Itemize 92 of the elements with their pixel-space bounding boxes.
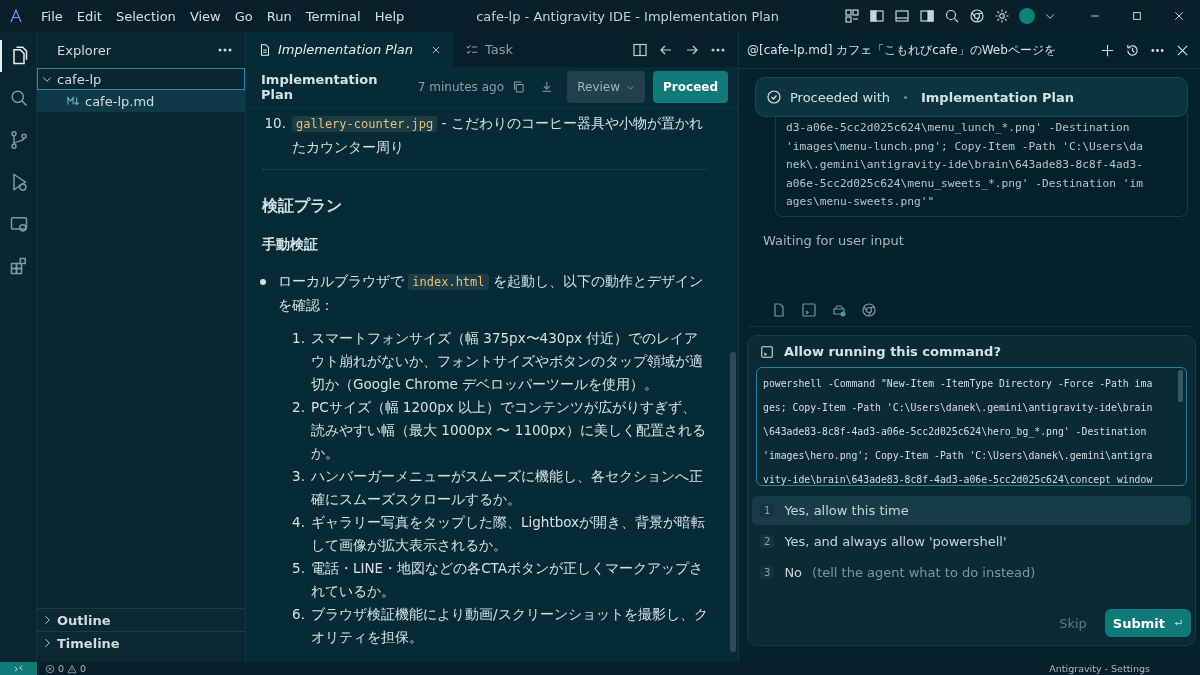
- list-number: 3.: [291, 467, 305, 486]
- enter-icon: [1173, 618, 1183, 628]
- tree-item-label: cafe-lp.md: [85, 93, 155, 109]
- plan-link[interactable]: Implementation Plan: [921, 89, 1074, 105]
- sidebar-right-icon[interactable]: [919, 8, 935, 24]
- split-editor-icon[interactable]: [632, 41, 648, 58]
- document-title: Implementation Plan: [261, 72, 379, 102]
- subsection-heading: 手動検証: [262, 235, 319, 254]
- status-label: Proceeded with: [790, 89, 890, 105]
- option-label: No: [784, 565, 803, 580]
- list-item-text: ブラウザ検証機能により動画/スクリーンショットを撮影し、クオリティを担保。: [311, 606, 708, 645]
- menu-item[interactable]: Help: [367, 6, 412, 26]
- command-output: d3-a06e-5cc2d025c624\menu_lunch_*.png' -Destination 'images\menu-lunch.png'; Copy-Item -Path 'C:\Users\da nek\.gemini\antigravity-ide\brain\643ade83-8c8f-4ad3- a06e-5cc2d025c624\menu_sweets_*.png' -Destination 'im ages\menu-sweets.png'": [775, 113, 1188, 217]
- section-header[interactable]: Timeline: [37, 631, 245, 654]
- drive-icon[interactable]: [831, 302, 847, 318]
- section-title: Timeline: [57, 635, 120, 651]
- warning-count[interactable]: 0: [80, 662, 87, 675]
- section-title: Outline: [57, 612, 111, 628]
- terminal-icon: [760, 344, 774, 359]
- scrollbar[interactable]: [1178, 370, 1183, 402]
- avatar[interactable]: [1019, 8, 1035, 24]
- section-heading: 検証プラン: [262, 195, 343, 217]
- file-icon[interactable]: [771, 302, 787, 318]
- option-number: 1: [760, 504, 775, 517]
- option-item[interactable]: 2 Yes, and always allow 'powershell': [752, 527, 1191, 556]
- explorer-title: Explorer: [57, 42, 112, 58]
- list-item-text: gallery-counter.jpg - こだわりのコーヒー器具や小物が置かれたカウンター周り: [292, 114, 704, 157]
- submit-button[interactable]: Submit: [1104, 609, 1191, 637]
- option-number: 3: [760, 566, 775, 579]
- list-item-text: ギャラリー写真をタップした際、Lightboxが開き、背景が暗転して画像が拡大表示されるか。: [311, 514, 706, 553]
- app-logo-icon: [8, 8, 24, 24]
- sidebar-left-icon[interactable]: [869, 8, 885, 24]
- menu-item[interactable]: View: [182, 6, 228, 26]
- browser-icon[interactable]: [861, 302, 877, 318]
- menu-item[interactable]: Terminal: [298, 6, 368, 26]
- menu-item[interactable]: Run: [259, 6, 299, 26]
- tree-item[interactable]: cafe-lp: [37, 68, 245, 90]
- plus-icon[interactable]: [1100, 42, 1115, 58]
- conversation-title: @[cafe-lp.md] カフェ「こもれびcafe」のWebページを: [747, 41, 1057, 59]
- option-hint: (tell the agent what to do instead): [812, 565, 1036, 580]
- checklist-icon: [465, 42, 479, 57]
- document-icon: [258, 42, 272, 57]
- list-number: 5.: [291, 559, 305, 578]
- timestamp: 7 minutes ago: [417, 80, 504, 94]
- markdown-icon: [67, 94, 81, 108]
- list-number: 4.: [291, 513, 305, 532]
- option-label: Yes, and always allow 'powershell': [784, 534, 1007, 549]
- status-text: Waiting for user input: [763, 232, 905, 248]
- list-number: 10.: [263, 114, 286, 133]
- error-icon: [45, 663, 55, 674]
- status-item[interactable]: Antigravity - Settings: [1049, 662, 1150, 675]
- history-icon[interactable]: [1125, 42, 1140, 58]
- check-circle-icon: [766, 89, 782, 105]
- copy-icon[interactable]: [512, 80, 526, 94]
- option-number: 2: [760, 535, 775, 548]
- section-header[interactable]: Outline: [37, 608, 245, 631]
- editor-tab[interactable]: Task: [453, 32, 526, 67]
- menu-item[interactable]: Go: [227, 6, 260, 26]
- error-count[interactable]: 0: [58, 662, 65, 675]
- option-item[interactable]: 1 Yes, allow this time: [752, 496, 1191, 525]
- prompt-title: Allow running this command?: [784, 344, 1001, 359]
- separator-dot: [904, 95, 907, 99]
- proceed-button[interactable]: Proceed: [653, 71, 728, 103]
- browser-icon[interactable]: [969, 8, 985, 24]
- list-item-text: ハンバーガーメニューがスムーズに機能し、各セクションへ正確にスムーズスクロールするか。: [311, 468, 703, 507]
- menu-item[interactable]: Edit: [69, 6, 109, 26]
- list-number: 2.: [291, 398, 305, 417]
- window-title: cafe-lp - Antigravity IDE - Implementation Plan: [475, 8, 781, 24]
- list-number: 1.: [291, 329, 305, 348]
- close-icon[interactable]: [431, 44, 441, 55]
- option-label: Yes, allow this time: [784, 503, 909, 518]
- command-box: powershell -Command "New-Item -ItemType Directory -Force -Path ima ges; Copy-Item -Path 'C:\Users\danek\.gemini\antigravity-ide\brain \643ade83-8c8f-4ad3-a06e-5cc2d025c624\hero_bg_*.png' -Destination 'images\hero.png'; Copy-Item -Path 'C:\Users\danek\.gemini\antigra vity-ide\brain\643ade83-8c8f-4ad3-a06e-5cc2d025c624\concept_window: [756, 367, 1187, 486]
- search-icon[interactable]: [944, 8, 960, 24]
- remote-icon: [13, 663, 24, 674]
- list-item-text: スマートフォンサイズ（幅 375px〜430px 付近）でのレイアウト崩れがないか、フォントサイズやボタンのタップ領域が適切か（Google Chrome デベロッパーツールを使用）。: [311, 330, 703, 392]
- list-item-text: 電話・LINE・地図などの各CTAボタンが正しくマークアップされているか。: [311, 560, 703, 599]
- option-item[interactable]: 3 No (tell the agent what to do instead): [752, 558, 1191, 587]
- list-item-text: ローカルブラウザで index.html を起動し、以下の動作とデザインを確認：: [278, 272, 704, 315]
- menu-item[interactable]: File: [34, 6, 70, 26]
- tree-item[interactable]: cafe-lp.md: [37, 90, 245, 112]
- layout-icon[interactable]: [844, 8, 860, 24]
- list-number: 6.: [291, 605, 305, 624]
- editor-tab[interactable]: Implementation Plan: [246, 32, 453, 67]
- warning-icon: [67, 663, 78, 674]
- panel-icon[interactable]: [894, 8, 910, 24]
- settings-icon[interactable]: [994, 8, 1010, 24]
- terminal-icon[interactable]: [801, 302, 817, 318]
- list-item-text: PCサイズ（幅 1200px 以上）でコンテンツが広がりすぎず、読みやすい幅（最大 1000px 〜 1100px）に美しく配置されるか。: [311, 399, 706, 461]
- bullet-dot: [260, 279, 266, 285]
- review-button[interactable]: Review: [567, 71, 646, 103]
- tree-item-label: cafe-lp: [57, 71, 102, 87]
- menu-item[interactable]: Selection: [108, 6, 183, 26]
